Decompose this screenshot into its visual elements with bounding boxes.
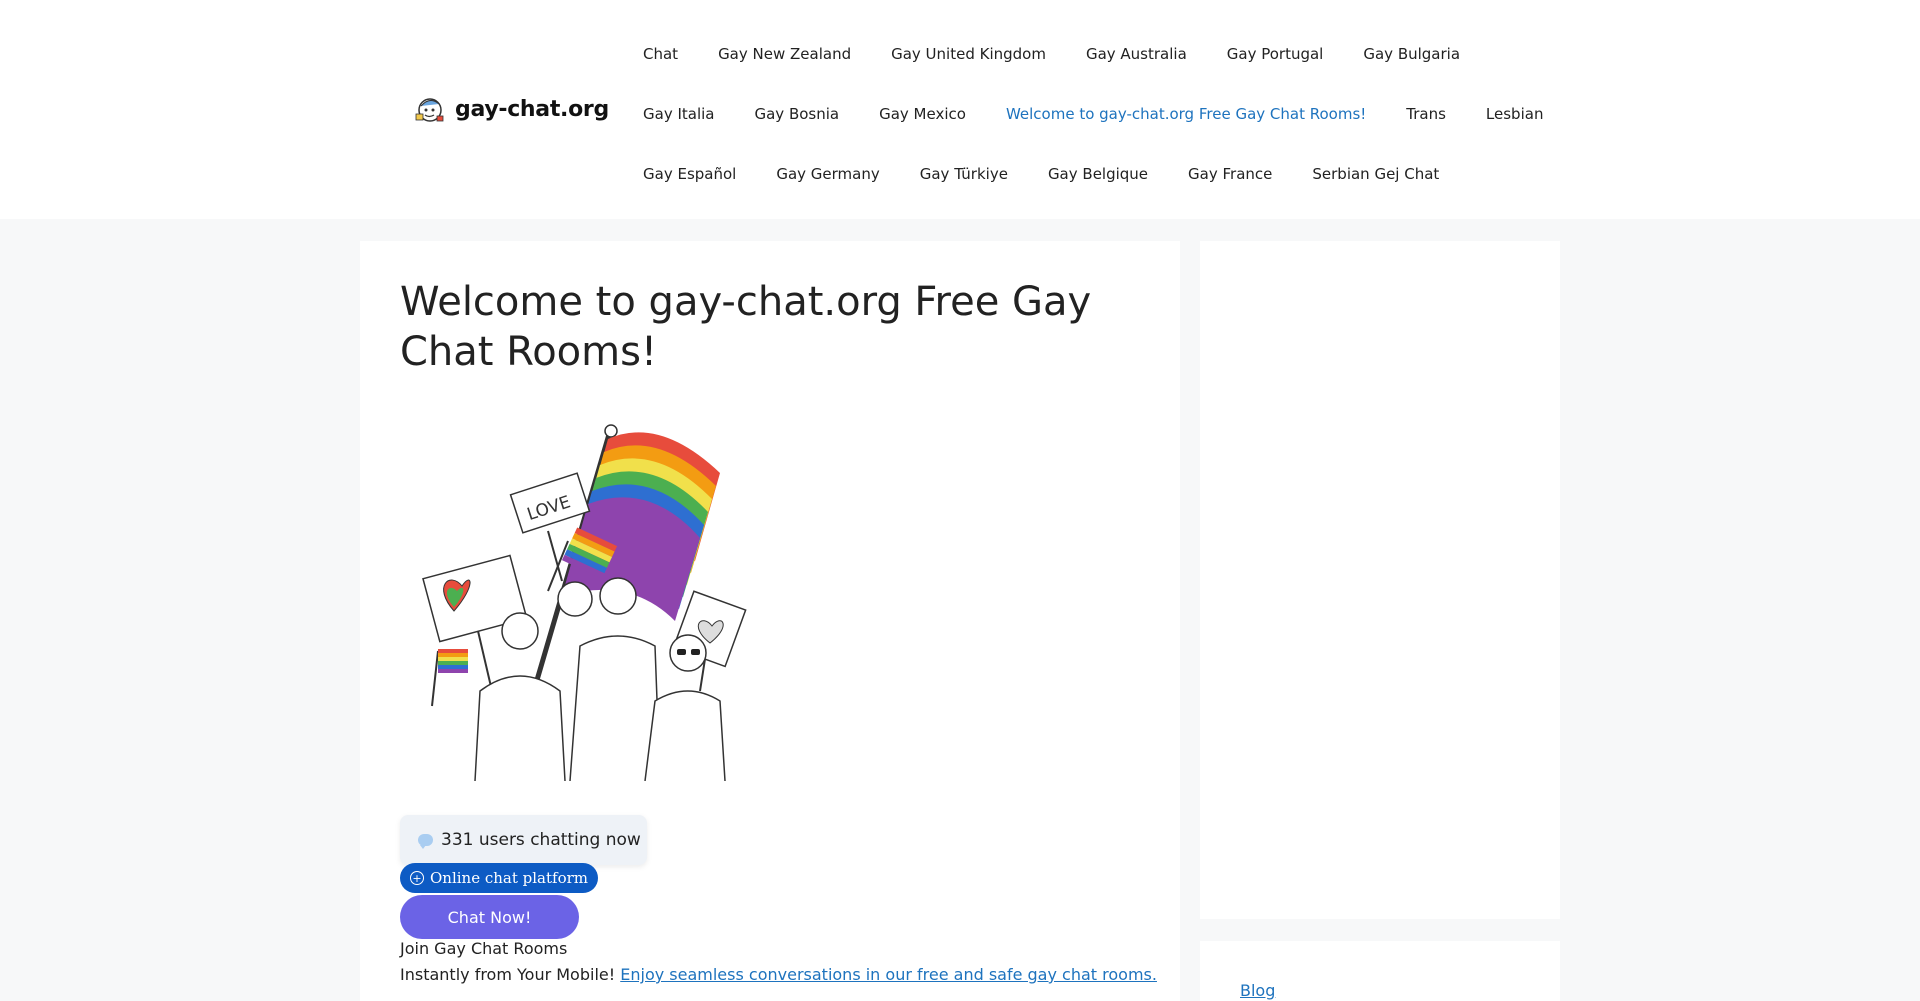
- nav-item-welcome[interactable]: Welcome to gay-chat.org Free Gay Chat Ro…: [986, 105, 1386, 123]
- nav-item-chat[interactable]: Chat: [623, 45, 698, 63]
- users-online-text: 331 users chatting now: [441, 830, 641, 850]
- nav-item-gay-bulgaria[interactable]: Gay Bulgaria: [1343, 45, 1480, 63]
- sidebar-blog-link[interactable]: Blog: [1240, 981, 1275, 1000]
- nav-item-serbian-gej-chat[interactable]: Serbian Gej Chat: [1292, 165, 1459, 183]
- seamless-conversations-link[interactable]: Enjoy seamless conversations in our free…: [620, 965, 1157, 984]
- logo-text: gay-chat.org: [455, 96, 609, 122]
- nav-item-gay-australia[interactable]: Gay Australia: [1066, 45, 1207, 63]
- main-navigation: Chat Gay New Zealand Gay United Kingdom …: [623, 24, 1543, 204]
- nav-row-3: Gay Español Gay Germany Gay Türkiye Gay …: [623, 144, 1503, 204]
- plus-circle-icon: +: [410, 871, 424, 885]
- nav-item-gay-united-kingdom[interactable]: Gay United Kingdom: [871, 45, 1066, 63]
- nav-item-gay-belgique[interactable]: Gay Belgique: [1028, 165, 1168, 183]
- nav-item-gay-espanol[interactable]: Gay Español: [623, 165, 756, 183]
- nav-row-1: Chat Gay New Zealand Gay United Kingdom …: [623, 24, 1503, 84]
- logo-mascot-icon: [415, 98, 444, 122]
- platform-badge: + Online chat platform: [400, 863, 599, 893]
- chat-bubble-icon: [418, 834, 433, 849]
- main-content: Welcome to gay-chat.org Free Gay Chat Ro…: [360, 241, 1180, 1001]
- nav-row-2: Gay Italia Gay Bosnia Gay Mexico Welcome…: [623, 84, 1543, 144]
- nav-item-gay-france[interactable]: Gay France: [1168, 165, 1292, 183]
- nav-item-lesbian[interactable]: Lesbian: [1466, 105, 1564, 123]
- nav-item-trans[interactable]: Trans: [1386, 105, 1466, 123]
- nav-item-gay-germany[interactable]: Gay Germany: [756, 165, 899, 183]
- nav-item-gay-italia[interactable]: Gay Italia: [623, 105, 734, 123]
- nav-item-gay-turkiye[interactable]: Gay Türkiye: [900, 165, 1028, 183]
- join-text: Join Gay Chat Rooms: [400, 939, 568, 958]
- site-logo[interactable]: gay-chat.org: [413, 90, 609, 128]
- nav-item-gay-mexico[interactable]: Gay Mexico: [859, 105, 986, 123]
- page-title: Welcome to gay-chat.org Free Gay Chat Ro…: [400, 279, 1092, 375]
- pride-illustration-image: LOVE: [422, 424, 747, 781]
- nav-item-gay-new-zealand[interactable]: Gay New Zealand: [698, 45, 871, 63]
- instant-line: Instantly from Your Mobile! Enjoy seamle…: [400, 965, 1157, 984]
- instant-text: Instantly from Your Mobile!: [400, 965, 616, 984]
- sidebar-ad-area: [1200, 241, 1560, 919]
- site-header: gay-chat.org Chat Gay New Zealand Gay Un…: [0, 0, 1920, 219]
- sidebar-widget: Blog: [1200, 941, 1560, 1001]
- nav-item-gay-portugal[interactable]: Gay Portugal: [1207, 45, 1344, 63]
- platform-badge-text: Online chat platform: [430, 869, 589, 887]
- chat-now-button[interactable]: Chat Now!: [400, 895, 579, 939]
- nav-item-gay-bosnia[interactable]: Gay Bosnia: [734, 105, 859, 123]
- users-online-badge: 331 users chatting now: [400, 815, 647, 865]
